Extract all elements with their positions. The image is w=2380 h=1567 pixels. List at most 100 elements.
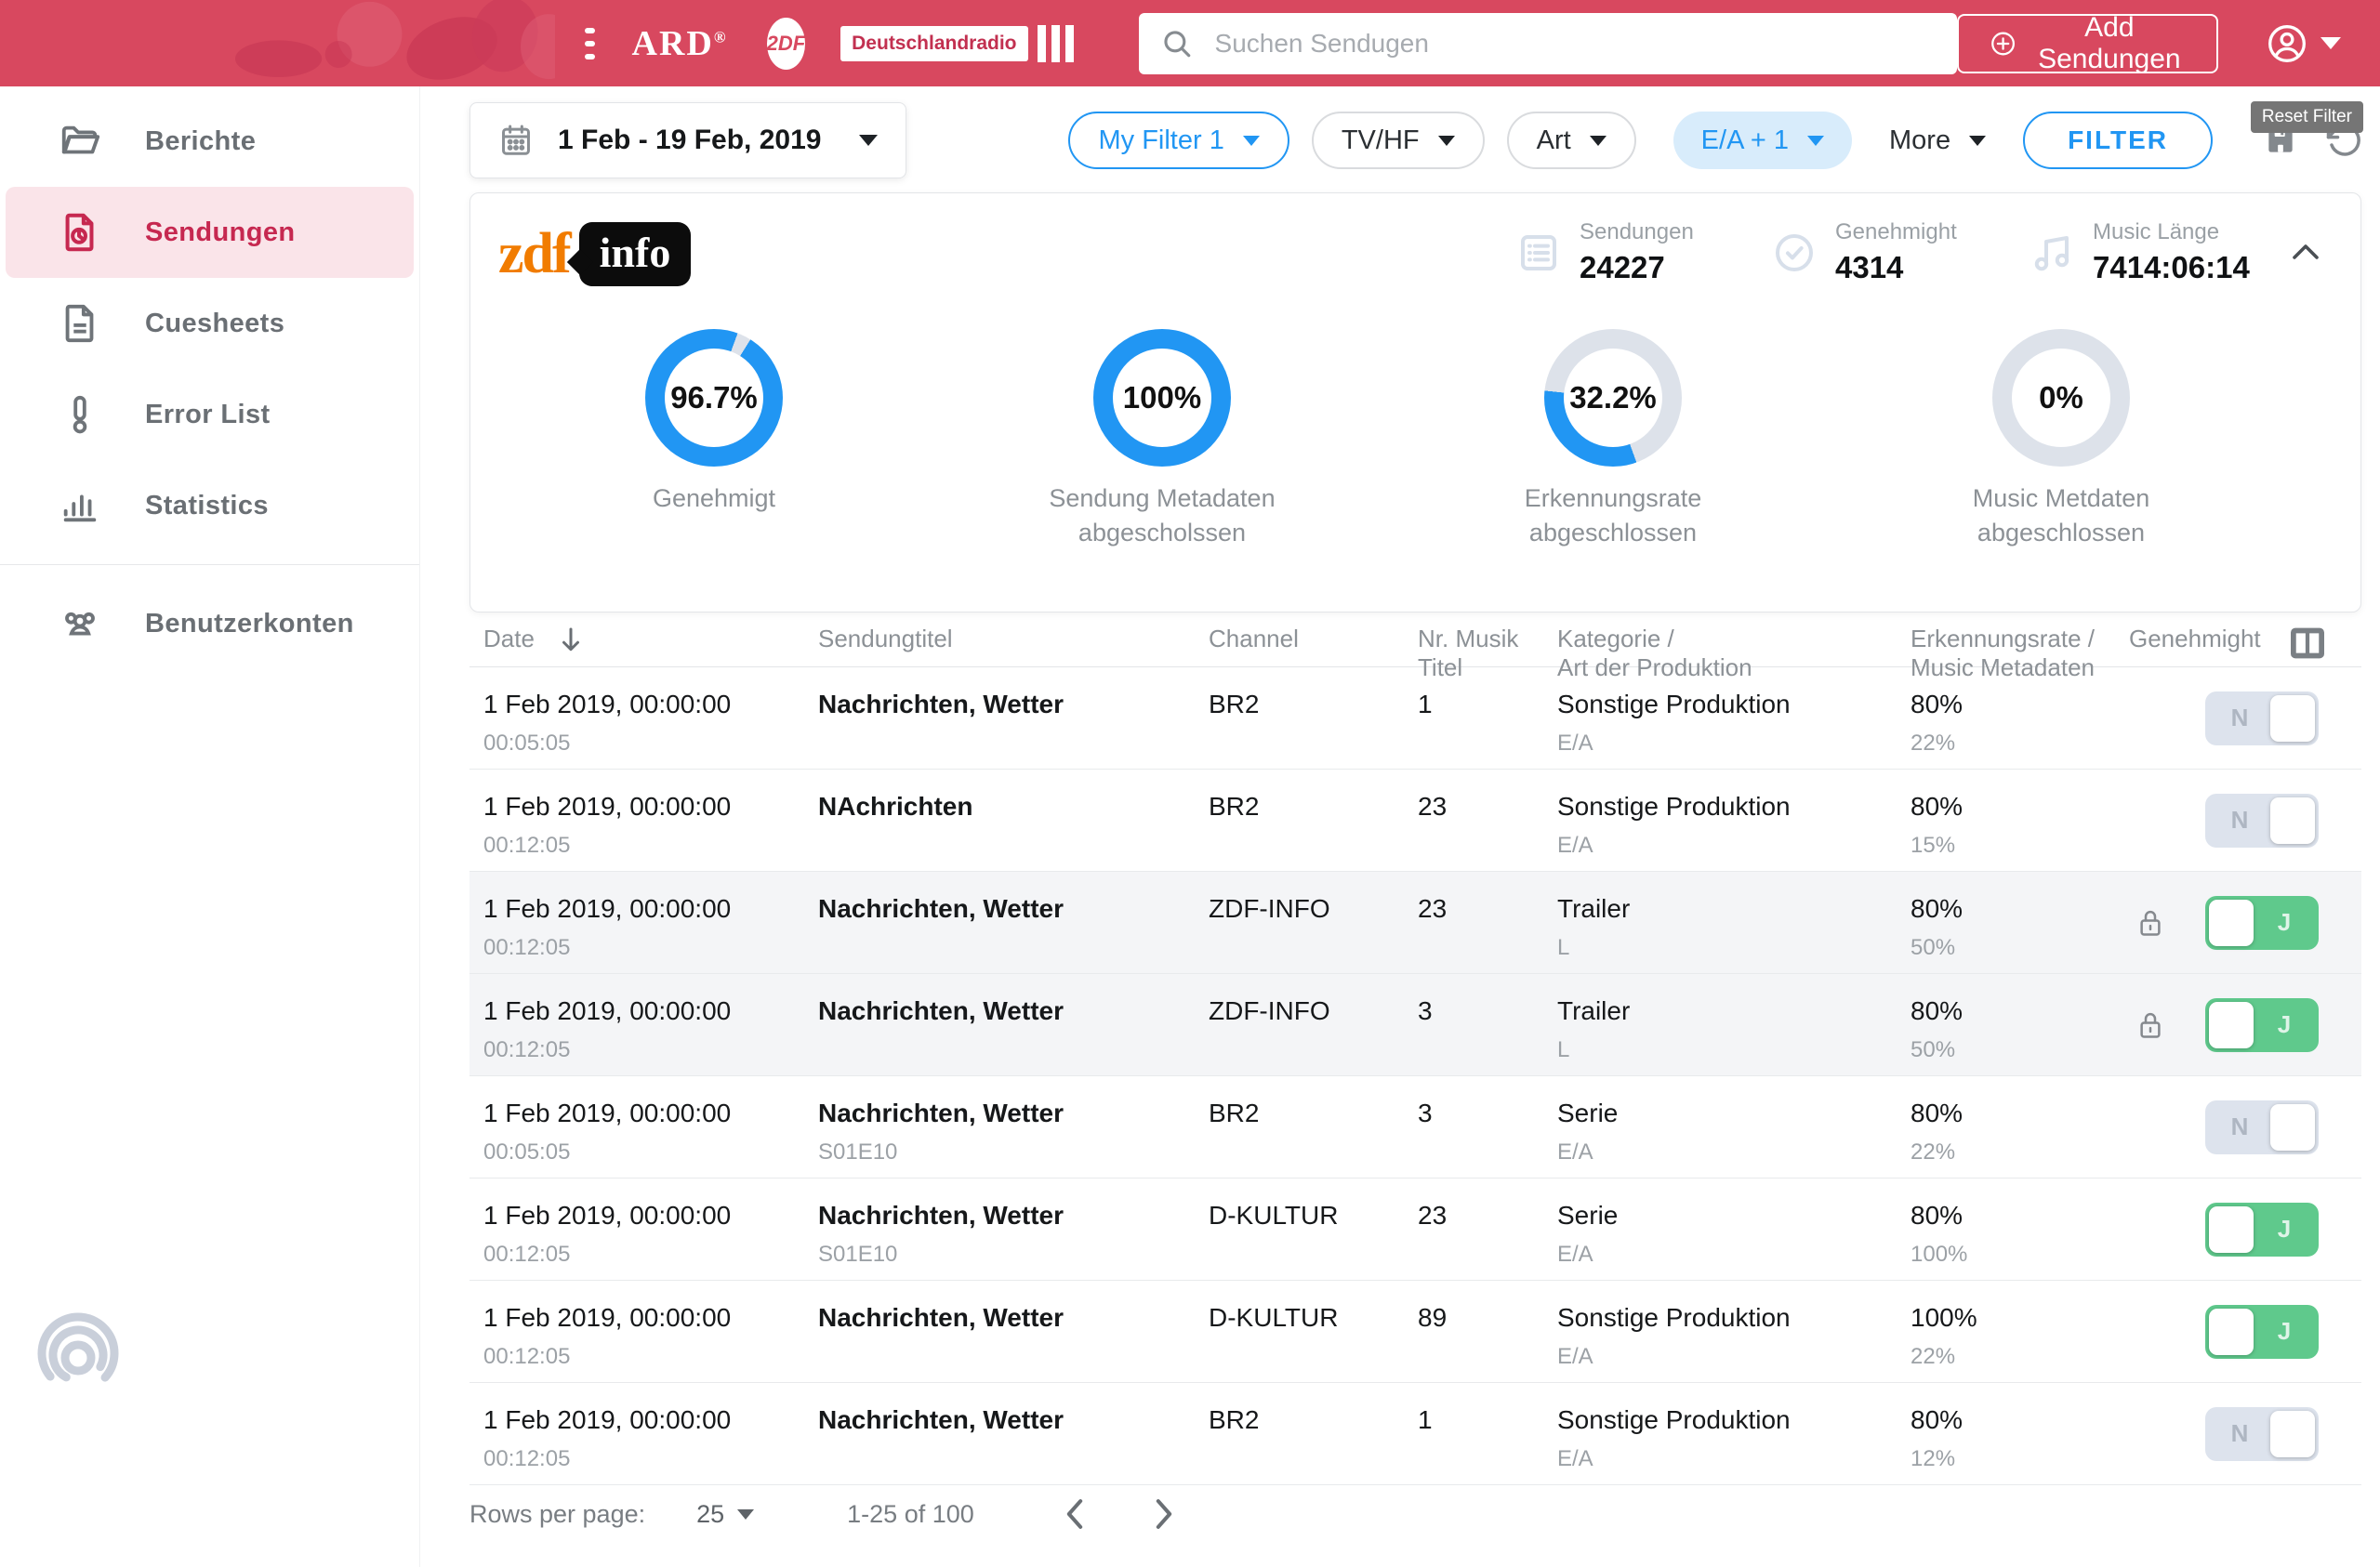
document-icon	[58, 302, 102, 345]
genehmight-toggle[interactable]: N	[2205, 794, 2319, 848]
pagination-bar: Rows per page: 25 1-25 of 100	[469, 1498, 2361, 1530]
sidebar-item-cuesheets[interactable]: Cuesheets	[0, 278, 419, 369]
pagination-range: 1-25 of 100	[847, 1500, 974, 1529]
ard-logo: ARD®	[632, 23, 728, 64]
row-date: 1 Feb 2019, 00:00:00	[483, 1405, 818, 1435]
row-erkennungsrate: 80%	[1911, 792, 2129, 822]
genehmight-toggle[interactable]: J	[2205, 998, 2319, 1052]
genehmight-toggle[interactable]: J	[2205, 896, 2319, 950]
stat-label: Sendungen	[1580, 219, 1694, 245]
ea-chip[interactable]: E/A + 1	[1673, 112, 1852, 169]
user-avatar-icon	[2267, 23, 2307, 64]
plus-circle-icon	[1990, 27, 2016, 60]
previous-page-button[interactable]	[1063, 1498, 1087, 1530]
table-row[interactable]: 1 Feb 2019, 00:00:00 00:12:05 NAchrichte…	[469, 770, 2361, 872]
row-erkennungsrate: 80%	[1911, 1099, 2129, 1128]
chevron-down-icon	[1243, 136, 1260, 146]
sort-descending-icon[interactable]	[559, 626, 583, 661]
toggle-label: N	[2209, 1113, 2270, 1141]
sidebar-item-label: Statistics	[145, 491, 269, 521]
toggle-label: N	[2209, 704, 2270, 732]
donut-value: 32.2%	[1544, 329, 1682, 467]
row-erkennungsrate: 80%	[1911, 996, 2129, 1026]
row-music-metadaten: 100%	[1911, 1242, 2129, 1268]
zdf-wordmark: zdf	[498, 221, 570, 287]
row-art-der-produktion: E/A	[1557, 833, 1911, 859]
column-settings-icon[interactable]	[2289, 626, 2326, 666]
row-duration: 00:05:05	[483, 1139, 818, 1165]
table-row[interactable]: 1 Feb 2019, 00:00:00 00:12:05 Nachrichte…	[469, 974, 2361, 1076]
row-erkennungsrate: 80%	[1911, 690, 2129, 719]
row-kategorie: Trailer	[1557, 894, 1911, 924]
filter-toolbar: 1 Feb - 19 Feb, 2019 My Filter 1 TV/HF A…	[469, 102, 2363, 178]
genehmight-toggle[interactable]: N	[2205, 691, 2319, 745]
toggle-label: N	[2209, 806, 2270, 835]
toggle-knob	[2270, 695, 2315, 742]
row-nr-musik-titel: 23	[1418, 1201, 1557, 1231]
row-nr-musik-titel: 3	[1418, 1099, 1557, 1128]
sidebar-item-label: Cuesheets	[145, 309, 284, 339]
chip-label: My Filter 1	[1098, 125, 1223, 156]
toggle-knob	[2270, 797, 2315, 844]
sidebar-item-label: Sendungen	[145, 217, 296, 248]
account-caret-icon[interactable]	[2320, 37, 2341, 49]
menu-icon[interactable]	[585, 28, 595, 59]
sidebar-item-benutzerkonten[interactable]: Benutzerkonten	[0, 578, 419, 669]
filter-button[interactable]: FILTER	[2023, 112, 2213, 169]
row-episode: S01E10	[818, 1139, 1209, 1165]
row-duration: 00:12:05	[483, 1242, 818, 1268]
donut-value: 96.7%	[645, 329, 783, 467]
sidebar-item-statistics[interactable]: Statistics	[0, 460, 419, 551]
sidebar-item-berichte[interactable]: Berichte	[0, 96, 419, 187]
genehmight-toggle[interactable]: N	[2205, 1407, 2319, 1461]
toggle-knob	[2209, 1002, 2254, 1048]
account-menu[interactable]	[2267, 23, 2307, 64]
row-music-metadaten: 15%	[1911, 833, 2129, 859]
row-erkennungsrate: 100%	[1911, 1303, 2129, 1333]
add-sendungen-button[interactable]: Add Sendungen	[1957, 14, 2218, 73]
sidebar-item-sendungen[interactable]: Sendungen	[6, 187, 414, 278]
next-page-button[interactable]	[1152, 1498, 1176, 1530]
stat-value: 24227	[1580, 250, 1694, 285]
genehmight-toggle[interactable]: J	[2205, 1203, 2319, 1257]
rows-per-page-select[interactable]: 25	[696, 1500, 754, 1529]
row-channel: BR2	[1209, 1099, 1418, 1128]
search-input[interactable]	[1213, 28, 1957, 59]
tv-hf-chip[interactable]: TV/HF	[1312, 112, 1485, 169]
table-row[interactable]: 1 Feb 2019, 00:00:00 00:12:05 Nachrichte…	[469, 872, 2361, 974]
row-duration: 00:05:05	[483, 731, 818, 757]
donut-value: 100%	[1093, 329, 1231, 467]
row-nr-musik-titel: 1	[1418, 690, 1557, 719]
chevron-down-icon	[1807, 136, 1824, 146]
date-range-picker[interactable]: 1 Feb - 19 Feb, 2019	[469, 102, 906, 178]
table-row[interactable]: 1 Feb 2019, 00:00:00 00:12:05 Nachrichte…	[469, 1179, 2361, 1281]
row-sendungtitel: NAchrichten	[818, 792, 1209, 822]
row-nr-musik-titel: 3	[1418, 996, 1557, 1026]
stat-genehmight: Genehmight 4314	[1772, 219, 1957, 285]
genehmight-toggle[interactable]: N	[2205, 1100, 2319, 1154]
my-filter-chip[interactable]: My Filter 1	[1068, 112, 1289, 169]
stat-label: Music Länge	[2093, 219, 2250, 245]
bar-chart-icon	[58, 484, 102, 527]
folder-open-icon	[58, 120, 102, 163]
art-chip[interactable]: Art	[1507, 112, 1636, 169]
sidebar: Berichte Sendungen Cuesheets Err	[0, 86, 420, 1567]
row-kategorie: Serie	[1557, 1201, 1911, 1231]
collapse-card-button[interactable]	[2291, 242, 2320, 267]
table-row[interactable]: 1 Feb 2019, 00:00:00 00:05:05 Nachrichte…	[469, 1076, 2361, 1179]
genehmight-toggle[interactable]: J	[2205, 1305, 2319, 1359]
row-date: 1 Feb 2019, 00:00:00	[483, 996, 818, 1026]
deutschlandradio-logo: Deutschlandradio	[840, 25, 1073, 62]
search-bar[interactable]	[1139, 13, 1957, 74]
stat-sendungen: Sendungen 24227	[1516, 219, 1694, 285]
chip-label: Art	[1537, 125, 1571, 156]
sidebar-item-error-list[interactable]: Error List	[0, 369, 419, 460]
table-row[interactable]: 1 Feb 2019, 00:00:00 00:12:05 Nachrichte…	[469, 1383, 2361, 1485]
toggle-label: J	[2254, 908, 2315, 937]
table-row[interactable]: 1 Feb 2019, 00:00:00 00:12:05 Nachrichte…	[469, 1281, 2361, 1383]
donut-ring: 0%	[1992, 329, 2130, 467]
table-row[interactable]: 1 Feb 2019, 00:00:00 00:05:05 Nachrichte…	[469, 667, 2361, 770]
row-art-der-produktion: L	[1557, 935, 1911, 961]
more-chip[interactable]: More	[1874, 112, 2001, 169]
column-header-sendungtitel: Sendungtitel	[818, 625, 953, 652]
